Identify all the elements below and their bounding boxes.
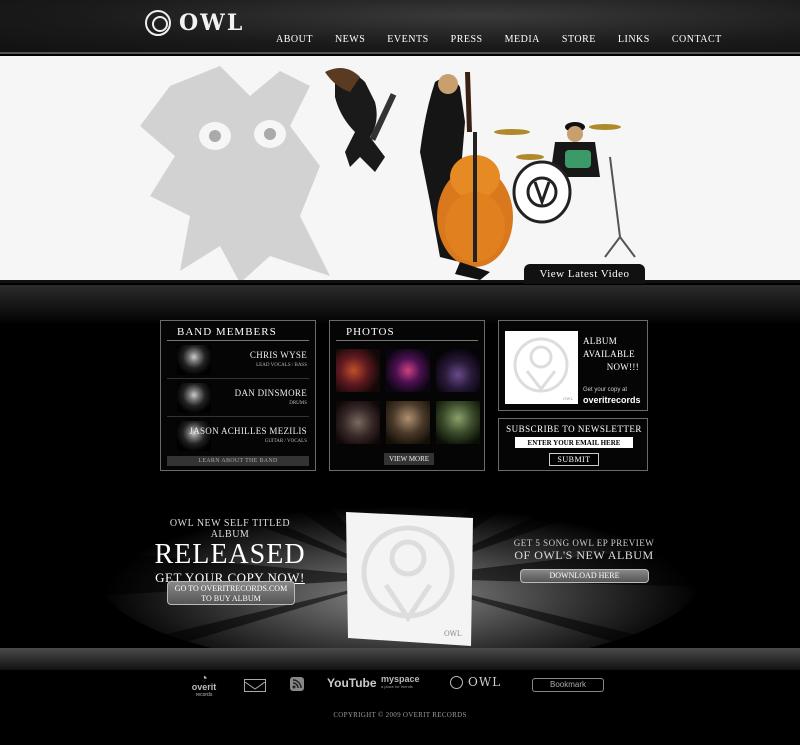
nav-events[interactable]: Events	[387, 34, 428, 45]
member-photo	[177, 345, 211, 375]
photos-panel: Photos View More	[329, 320, 485, 471]
photo-thumbnail[interactable]	[436, 349, 480, 392]
view-more-photos-button[interactable]: View More	[384, 453, 434, 465]
overit-records-logo-icon[interactable]: ◔ overit records	[187, 672, 221, 698]
content-divider	[0, 285, 800, 325]
guitarist-figure	[325, 68, 397, 172]
nav-about[interactable]: About	[276, 34, 313, 45]
nav-media[interactable]: Media	[505, 34, 540, 45]
album-available-text: Album Available Now!!!	[583, 336, 639, 372]
download-ep-button[interactable]: Download Here	[520, 569, 649, 583]
footer-divider	[0, 648, 800, 670]
member-role: Lead Vocals / Bass	[256, 363, 307, 368]
owl-footer-logo[interactable]: OWL	[450, 675, 501, 689]
band-members-title: Band Members	[167, 321, 309, 341]
overitrecords-link[interactable]: overitrecords	[583, 395, 641, 405]
site-logo[interactable]: OWL	[145, 10, 244, 36]
hero-banner	[0, 56, 800, 283]
member-name: Dan Dinsmore	[234, 388, 307, 398]
newsletter-panel: Subscribe To Newsletter Submit	[498, 418, 648, 471]
member-name: Chris Wyse	[249, 350, 307, 360]
band-photo	[325, 68, 636, 280]
svg-text:OWL: OWL	[563, 396, 573, 401]
nav-press[interactable]: Press	[451, 34, 483, 45]
newsletter-email-field[interactable]	[515, 437, 633, 448]
nav-news[interactable]: News	[335, 34, 365, 45]
released-text-block: Owl new self titled Album Released Get Y…	[150, 518, 310, 586]
member-role: Drums	[289, 401, 307, 406]
album-cover-large[interactable]: OWL	[346, 510, 473, 646]
nav-contact[interactable]: Contact	[672, 34, 722, 45]
promo-tagline: Owl new self titled Album	[169, 518, 291, 540]
member-role: Guitar / Vocals	[264, 439, 307, 444]
member-photo	[177, 383, 211, 413]
album-available-panel[interactable]: OWL Album Available Now!!! Get your copy…	[498, 320, 648, 411]
owl-emblem-icon	[145, 10, 171, 36]
drummer-figure	[494, 122, 636, 258]
learn-about-band-button[interactable]: Learn About The Band	[167, 456, 309, 466]
photo-thumbnail[interactable]	[386, 349, 430, 392]
youtube-icon[interactable]: YouTube	[327, 676, 377, 690]
photo-thumbnail[interactable]	[386, 401, 430, 444]
myspace-icon[interactable]: myspace a place for friends	[381, 674, 420, 689]
member-row[interactable]: Dan Dinsmore Drums	[167, 379, 309, 417]
member-row[interactable]: Chris Wyse Lead Vocals / Bass	[167, 341, 309, 379]
copyright-text: Copyright © 2009 Overit Records	[333, 711, 467, 719]
site-header: OWL About News Events Press Media Store …	[0, 0, 800, 54]
site-footer: ◔ overit records YouTube myspace a place…	[0, 670, 800, 745]
get-copy-text: Get your copy at	[583, 387, 628, 393]
photo-thumbnail[interactable]	[336, 349, 380, 392]
buy-album-button[interactable]: Go to OveritRecords.com To Buy Album	[167, 581, 295, 605]
album-cover: OWL	[505, 331, 578, 404]
bassist-figure	[420, 72, 513, 280]
member-name: Jason Achilles Mezilis	[189, 426, 307, 436]
bookmark-button[interactable]: Bookmark	[532, 678, 604, 692]
band-members-panel: Band Members Chris Wyse Lead Vocals / Ba…	[160, 320, 316, 471]
photo-thumbnail[interactable]	[336, 401, 380, 444]
svg-text:OWL: OWL	[444, 630, 462, 638]
album-promo: Owl new self titled Album Released Get Y…	[0, 478, 800, 650]
newsletter-title: Subscribe To Newsletter	[506, 424, 642, 434]
logo-text: OWL	[179, 10, 245, 36]
main-nav: About News Events Press Media Store Link…	[276, 34, 744, 45]
view-latest-video-button[interactable]: View Latest Video	[524, 264, 645, 284]
member-row[interactable]: Jason Achilles Mezilis Guitar / Vocals	[167, 417, 309, 455]
photo-thumbnail[interactable]	[436, 401, 480, 444]
ep-preview-block: Get 5 Song Owl EP Preview Of Owl's New A…	[513, 538, 655, 562]
newsletter-submit-button[interactable]: Submit	[549, 453, 599, 466]
owl-emblem-icon	[450, 675, 463, 689]
email-icon[interactable]	[244, 679, 266, 692]
rss-icon[interactable]	[290, 677, 304, 691]
nav-links[interactable]: Links	[618, 34, 650, 45]
nav-store[interactable]: Store	[562, 34, 596, 45]
released-heading: Released	[154, 539, 306, 570]
photos-title: Photos	[336, 321, 478, 341]
owl-emblem-icon: OWL	[513, 337, 573, 401]
